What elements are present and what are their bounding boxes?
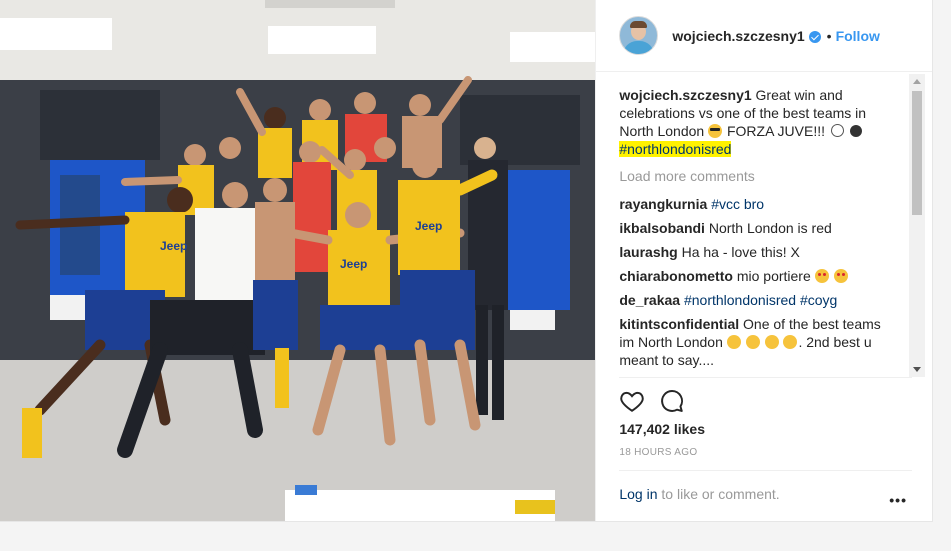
comment-item: laurashg Ha ha - love this! X [619,243,899,261]
likes-count[interactable]: 147,402 likes [619,421,705,437]
separator-dot: • [826,27,832,44]
more-options-icon[interactable]: ••• [889,492,907,508]
post-header: wojciech.szczesny1 • Follow [596,0,932,72]
jersey-sponsor-text: Jeep [415,219,442,233]
comments-list[interactable]: wojciech.szczesny1 Great win and celebra… [619,86,899,374]
instagram-post: Jeep Jeep Jeep wojciech.szczesny1 • Foll… [0,0,933,522]
comments-scrollbar[interactable] [909,74,926,377]
heart-eyes-emoji-icon [814,269,829,283]
login-text: to like or comment. [661,486,780,502]
comment-username[interactable]: kitintsconfidential [619,316,739,332]
comment-hashtag[interactable]: #northlondonisred #coyg [684,292,837,308]
caption-text-2: FORZA JUVE!!! [726,123,825,139]
jersey-sponsor-text: Jeep [160,239,187,253]
scroll-up-icon[interactable] [913,79,922,84]
grin-emoji-icon [764,335,779,349]
login-prompt: Log in to like or comment. [619,486,779,502]
comment-username[interactable]: rayangkurnia [619,196,707,212]
caption-username[interactable]: wojciech.szczesny1 [619,87,751,103]
comment-item: ikbalsobandi North London is red [619,219,899,237]
avatar[interactable] [619,16,659,55]
comment-item: chiarabonometto mio portiere [619,267,899,285]
post-timestamp: 18 HOURS AGO [619,447,698,458]
comment-username[interactable]: laurashg [619,244,677,260]
verified-badge-icon [808,30,821,43]
comment-item: kitintsconfidential One of the best team… [619,315,899,369]
divider [619,470,912,471]
follow-button[interactable]: Follow [836,28,880,44]
post-sidebar: wojciech.szczesny1 • Follow wojciech.szc… [595,0,932,521]
divider [619,377,912,378]
comment-text: Ha ha - love this! X [681,244,800,260]
white-circle-icon [830,124,844,137]
sunglasses-emoji-icon [708,124,723,138]
heart-eyes-emoji-icon [833,269,848,283]
scrollbar-thumb[interactable] [912,91,923,215]
black-circle-icon [849,125,862,137]
username-link[interactable]: wojciech.szczesny1 [672,28,804,44]
jersey-sponsor-text: Jeep [340,257,367,271]
comment-text: North London is red [708,220,832,236]
comment-item: rayangkurnia #vcc bro [619,195,899,213]
login-link[interactable]: Log in [619,486,657,502]
comment-username[interactable]: ikbalsobandi [619,220,705,236]
caption-hashtag[interactable]: #northlondonisred [619,141,732,157]
comment-hashtag[interactable]: #vcc bro [711,196,764,212]
post-actions [619,388,685,414]
grin-emoji-icon [726,335,741,349]
comment-text: mio portiere [736,268,811,284]
caption: wojciech.szczesny1 Great win and celebra… [619,86,899,158]
comment-username[interactable]: chiarabonometto [619,268,733,284]
scroll-down-icon[interactable] [913,367,922,372]
comment-icon[interactable] [659,388,685,414]
grin-emoji-icon [745,335,760,349]
load-more-comments[interactable]: Load more comments [619,167,899,185]
comment-item: de_rakaa #northlondonisred #coyg [619,291,899,309]
post-photo[interactable]: Jeep Jeep Jeep [0,0,596,521]
team-celebration-image: Jeep Jeep Jeep [0,0,596,521]
comment-username[interactable]: de_rakaa [619,292,680,308]
heart-icon[interactable] [619,388,645,414]
grin-emoji-icon [783,335,798,349]
